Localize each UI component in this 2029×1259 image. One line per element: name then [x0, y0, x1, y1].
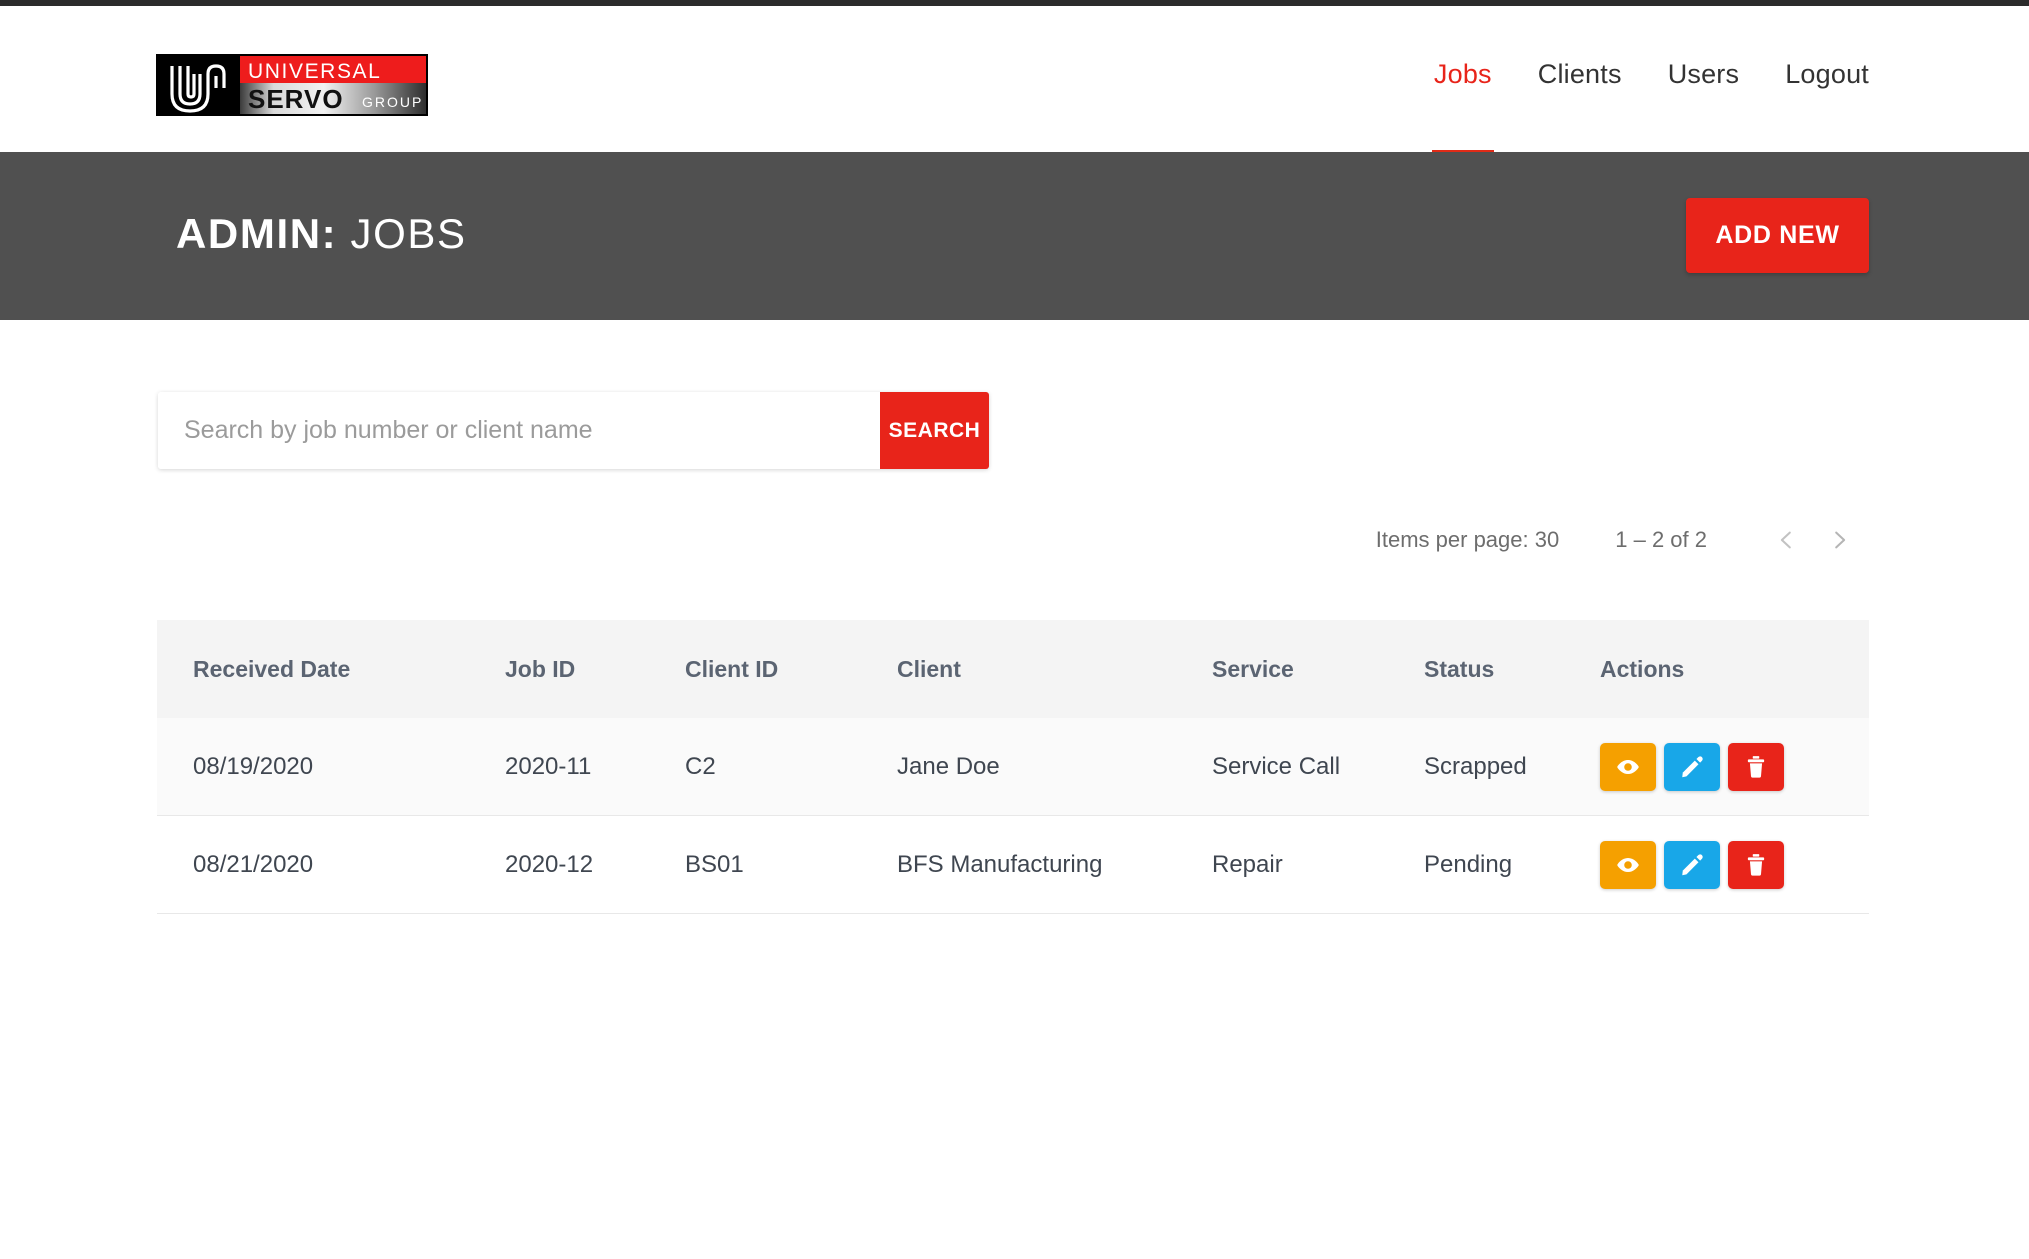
search-bar: SEARCH — [158, 392, 989, 469]
nav-item-users[interactable]: Users — [1668, 56, 1740, 100]
next-page-button[interactable] — [1813, 513, 1867, 567]
logo-text-universal: UNIVERSAL — [248, 60, 381, 83]
edit-job-button[interactable] — [1664, 743, 1720, 791]
cell-job-id: 2020-12 — [505, 851, 685, 879]
delete-job-button[interactable] — [1728, 841, 1784, 889]
cell-job-id: 2020-11 — [505, 753, 685, 781]
column-header-received-date: Received Date — [193, 656, 505, 683]
page-title-strong: ADMIN: — [176, 210, 337, 257]
trash-icon — [1743, 754, 1769, 780]
items-per-page-value[interactable]: 30 — [1535, 527, 1559, 552]
cell-actions — [1600, 743, 1869, 791]
column-header-service: Service — [1212, 656, 1424, 683]
trash-icon — [1743, 852, 1769, 878]
site-header: UNIVERSAL SERVO GROUP Jobs Clients Users… — [0, 6, 2029, 152]
logo-text-group: GROUP — [362, 94, 423, 110]
add-new-button[interactable]: ADD NEW — [1686, 198, 1869, 273]
nav-item-clients[interactable]: Clients — [1538, 56, 1622, 100]
cell-actions — [1600, 841, 1869, 889]
cell-status: Pending — [1424, 851, 1600, 879]
eye-icon — [1615, 754, 1641, 780]
main-navigation: Jobs Clients Users Logout — [1434, 56, 1869, 100]
universal-servo-group-logo[interactable]: UNIVERSAL SERVO GROUP — [156, 54, 428, 116]
column-header-status: Status — [1424, 656, 1600, 683]
page-title-band: ADMIN: JOBS ADD NEW — [0, 152, 2029, 320]
table-row[interactable]: 08/19/2020 2020-11 C2 Jane Doe Service C… — [157, 718, 1869, 816]
jobs-table: Received Date Job ID Client ID Client Se… — [157, 620, 1869, 914]
nav-item-jobs[interactable]: Jobs — [1434, 56, 1492, 100]
search-button[interactable]: SEARCH — [880, 392, 989, 469]
cell-client: Jane Doe — [897, 753, 1212, 781]
view-job-button[interactable] — [1600, 841, 1656, 889]
edit-job-button[interactable] — [1664, 841, 1720, 889]
previous-page-button[interactable] — [1759, 513, 1813, 567]
table-row[interactable]: 08/21/2020 2020-12 BS01 BFS Manufacturin… — [157, 816, 1869, 914]
logo-text-servo: SERVO — [248, 84, 344, 114]
table-paginator: Items per page: 30 1 – 2 of 2 — [1376, 510, 1867, 570]
page-title: ADMIN: JOBS — [176, 206, 467, 262]
search-input[interactable] — [158, 392, 880, 469]
column-header-actions: Actions — [1600, 656, 1869, 683]
cell-service: Repair — [1212, 851, 1424, 879]
chevron-right-icon — [1827, 527, 1853, 553]
page-title-light: JOBS — [351, 210, 467, 257]
table-header-row: Received Date Job ID Client ID Client Se… — [157, 620, 1869, 718]
cell-client-id: BS01 — [685, 851, 897, 879]
pencil-icon — [1679, 754, 1705, 780]
pagination-range-label: 1 – 2 of 2 — [1615, 527, 1707, 553]
chevron-left-icon — [1773, 527, 1799, 553]
cell-client-id: C2 — [685, 753, 897, 781]
cell-received-date: 08/21/2020 — [193, 851, 505, 879]
page-root: UNIVERSAL SERVO GROUP Jobs Clients Users… — [0, 0, 2029, 1259]
eye-icon — [1615, 852, 1641, 878]
delete-job-button[interactable] — [1728, 743, 1784, 791]
content-area: SEARCH Items per page: 30 1 – 2 of 2 — [0, 320, 2029, 1259]
column-header-client-id: Client ID — [685, 656, 897, 683]
cell-service: Service Call — [1212, 753, 1424, 781]
cell-status: Scrapped — [1424, 753, 1600, 781]
items-per-page-text: Items per page: — [1376, 527, 1529, 552]
cell-client: BFS Manufacturing — [897, 851, 1212, 879]
column-header-job-id: Job ID — [505, 656, 685, 683]
cell-received-date: 08/19/2020 — [193, 753, 505, 781]
items-per-page-label: Items per page: 30 — [1376, 527, 1559, 553]
nav-item-logout[interactable]: Logout — [1785, 56, 1869, 100]
column-header-client: Client — [897, 656, 1212, 683]
view-job-button[interactable] — [1600, 743, 1656, 791]
pencil-icon — [1679, 852, 1705, 878]
